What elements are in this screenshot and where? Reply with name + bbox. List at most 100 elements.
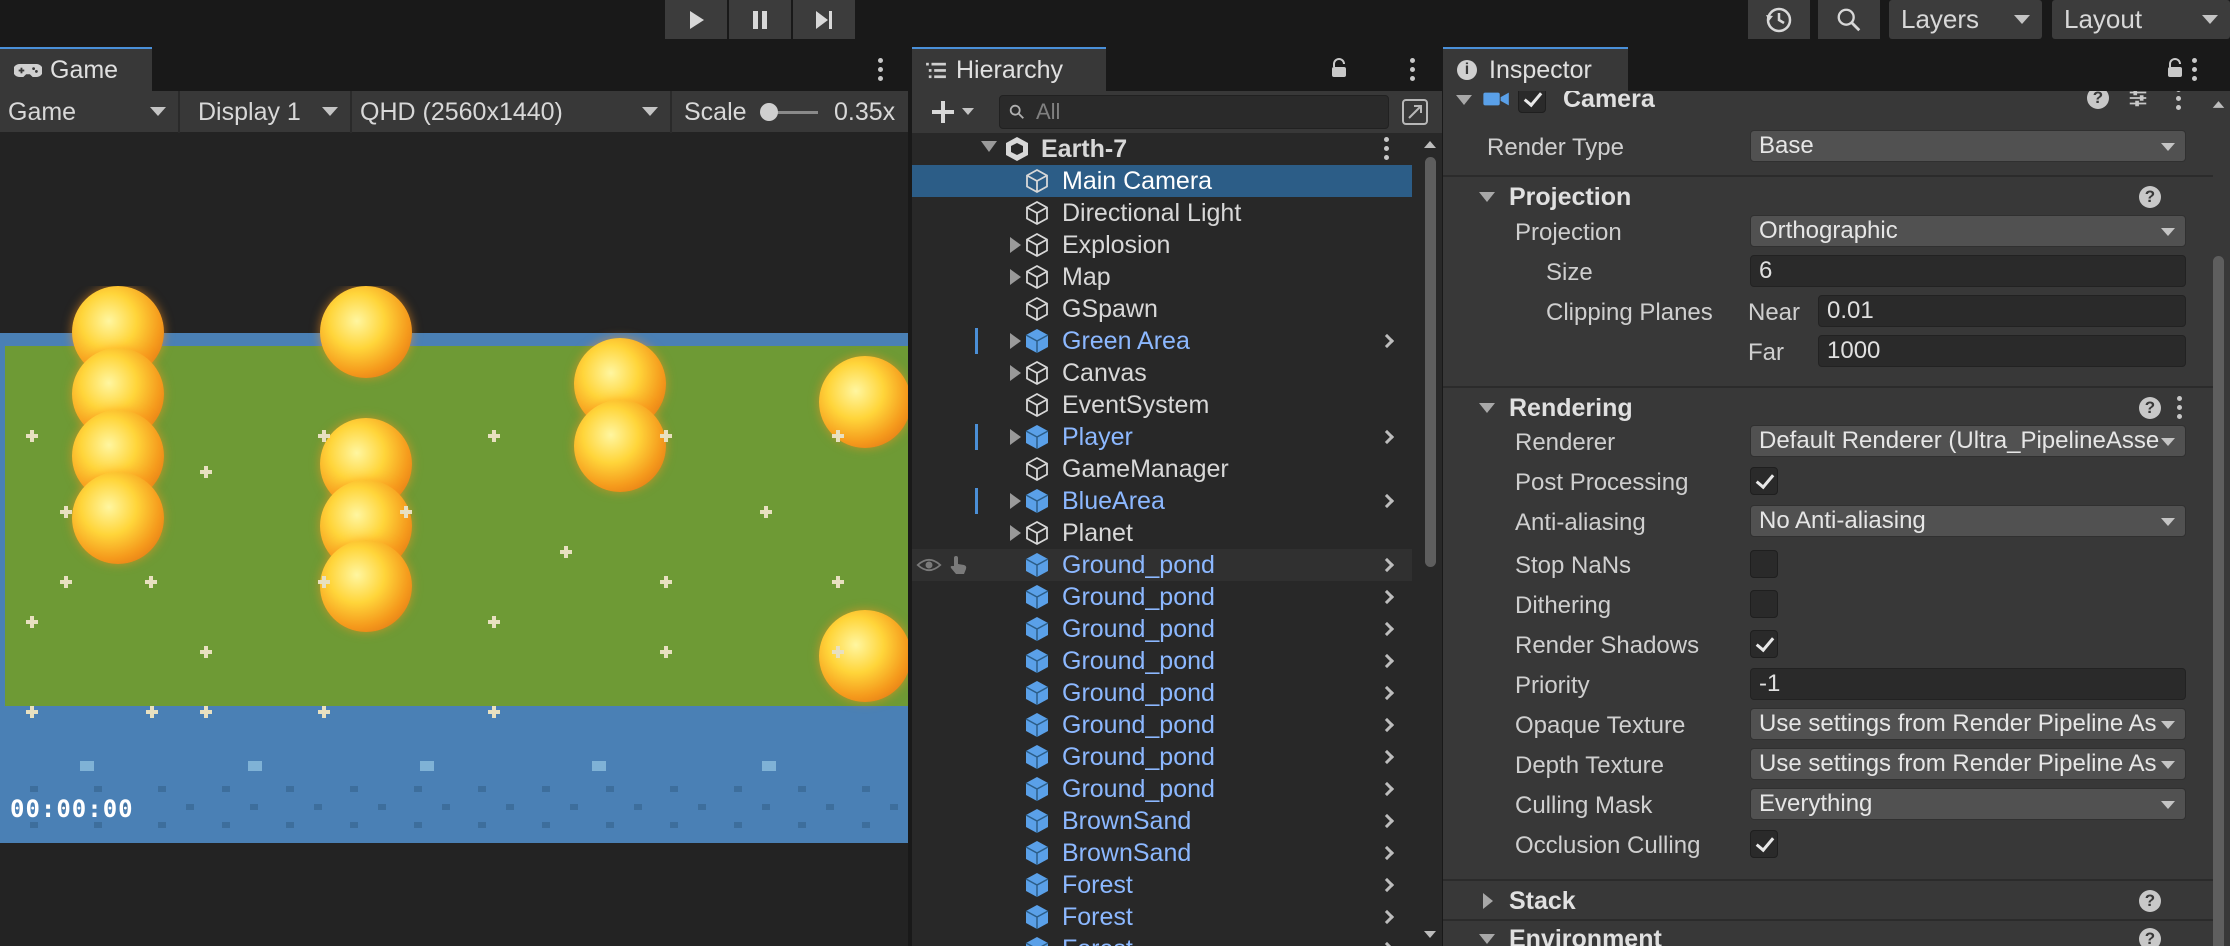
hierarchy-item[interactable]: Map <box>912 261 1412 293</box>
open-prefab-chevron-icon[interactable] <box>1379 781 1395 797</box>
expand-arrow-icon[interactable] <box>1010 237 1021 253</box>
inspector-scroll-thumb[interactable] <box>2213 256 2224 946</box>
projection-section-header[interactable]: Projection ? <box>1443 179 2230 215</box>
open-prefab-chevron-icon[interactable] <box>1379 429 1395 445</box>
size-field[interactable]: 6 <box>1750 255 2186 287</box>
hierarchy-item[interactable]: Green Area <box>912 325 1412 357</box>
hierarchy-item[interactable]: Canvas <box>912 357 1412 389</box>
expand-arrow-icon[interactable] <box>1010 333 1021 349</box>
expand-arrow-icon[interactable] <box>981 141 997 152</box>
culling-mask-dropdown[interactable]: Everything <box>1750 788 2186 820</box>
scene-root-row[interactable]: Earth-7 <box>912 133 1412 165</box>
hierarchy-item[interactable]: Planet <box>912 517 1412 549</box>
camera-enabled-checkbox[interactable] <box>1518 91 1546 113</box>
display-dropdown[interactable]: Display 1 <box>182 91 352 133</box>
rendering-section-header[interactable]: Rendering ? <box>1443 390 2230 426</box>
game-mode-dropdown[interactable]: Game <box>0 91 180 133</box>
hierarchy-item[interactable]: Forest <box>912 901 1412 933</box>
search-button[interactable] <box>1818 0 1880 39</box>
scene-menu-icon[interactable] <box>1384 137 1390 164</box>
hierarchy-item[interactable]: Ground_pond <box>912 549 1412 581</box>
component-menu-icon[interactable] <box>2176 91 2182 114</box>
expand-arrow-icon[interactable] <box>1483 893 1493 909</box>
near-field[interactable]: 0.01 <box>1818 295 2186 327</box>
create-button[interactable] <box>924 91 984 133</box>
tab-game[interactable]: Game <box>0 47 152 91</box>
hierarchy-item[interactable]: Player <box>912 421 1412 453</box>
history-button[interactable] <box>1748 0 1810 39</box>
help-icon[interactable]: ? <box>2139 397 2161 419</box>
hierarchy-item[interactable]: Ground_pond <box>912 741 1412 773</box>
expand-arrow-icon[interactable] <box>1010 429 1021 445</box>
scene-visibility-button[interactable] <box>1400 97 1430 127</box>
post-processing-checkbox[interactable] <box>1750 467 1778 495</box>
hierarchy-item[interactable]: Ground_pond <box>912 677 1412 709</box>
presets-icon[interactable] <box>2127 91 2149 109</box>
hierarchy-search-input[interactable]: All <box>999 95 1389 129</box>
anti-aliasing-dropdown[interactable]: No Anti-aliasing <box>1750 505 2186 537</box>
hierarchy-item[interactable]: Directional Light <box>912 197 1412 229</box>
collapse-arrow-icon[interactable] <box>1456 95 1472 105</box>
help-icon[interactable]: ? <box>2139 890 2161 912</box>
open-prefab-chevron-icon[interactable] <box>1379 941 1395 946</box>
layers-dropdown[interactable]: Layers <box>1889 0 2042 39</box>
hierarchy-scrollbar[interactable] <box>1418 133 1442 946</box>
collapse-arrow-icon[interactable] <box>1479 192 1495 202</box>
open-prefab-chevron-icon[interactable] <box>1379 589 1395 605</box>
game-viewport[interactable]: 00:00:00 <box>0 286 908 843</box>
hierarchy-item[interactable]: Main Camera <box>912 165 1412 197</box>
expand-arrow-icon[interactable] <box>1010 493 1021 509</box>
open-prefab-chevron-icon[interactable] <box>1379 749 1395 765</box>
hierarchy-item[interactable]: Explosion <box>912 229 1412 261</box>
open-prefab-chevron-icon[interactable] <box>1379 717 1395 733</box>
hierarchy-item[interactable]: BlueArea <box>912 485 1412 517</box>
pickable-hand-icon[interactable] <box>948 554 970 576</box>
render-type-dropdown[interactable]: Base <box>1750 130 2186 162</box>
hierarchy-item[interactable]: Forest <box>912 933 1412 946</box>
tab-inspector[interactable]: i Inspector <box>1443 47 1628 91</box>
open-prefab-chevron-icon[interactable] <box>1379 685 1395 701</box>
expand-arrow-icon[interactable] <box>1010 365 1021 381</box>
inspector-menu-icon[interactable] <box>2192 58 2198 85</box>
pause-button[interactable] <box>729 0 791 39</box>
renderer-dropdown[interactable]: Default Renderer (Ultra_PipelineAsse <box>1750 425 2186 457</box>
stack-section-header[interactable]: Stack ? <box>1443 883 2230 919</box>
lock-icon[interactable] <box>2166 58 2184 78</box>
tab-hierarchy[interactable]: Hierarchy <box>912 47 1106 91</box>
open-prefab-chevron-icon[interactable] <box>1379 557 1395 573</box>
hierarchy-item[interactable]: Forest <box>912 869 1412 901</box>
camera-component-header[interactable]: Camera ? <box>1443 91 2230 115</box>
projection-dropdown[interactable]: Orthographic <box>1750 215 2186 247</box>
occlusion-culling-checkbox[interactable] <box>1750 830 1778 858</box>
help-icon[interactable]: ? <box>2087 91 2109 109</box>
far-field[interactable]: 1000 <box>1818 335 2186 367</box>
open-prefab-chevron-icon[interactable] <box>1379 493 1395 509</box>
hierarchy-item[interactable]: GameManager <box>912 453 1412 485</box>
open-prefab-chevron-icon[interactable] <box>1379 653 1395 669</box>
hierarchy-item[interactable]: Ground_pond <box>912 645 1412 677</box>
dithering-checkbox[interactable] <box>1750 590 1778 618</box>
rendering-menu-icon[interactable] <box>2177 396 2183 423</box>
hierarchy-item[interactable]: BrownSand <box>912 837 1412 869</box>
hierarchy-scroll-thumb[interactable] <box>1425 157 1436 567</box>
stop-nans-checkbox[interactable] <box>1750 550 1778 578</box>
open-prefab-chevron-icon[interactable] <box>1379 813 1395 829</box>
opaque-texture-dropdown[interactable]: Use settings from Render Pipeline As <box>1750 708 2186 740</box>
render-shadows-checkbox[interactable] <box>1750 630 1778 658</box>
inspector-scrollbar[interactable] <box>2207 91 2230 946</box>
hierarchy-item[interactable]: Ground_pond <box>912 709 1412 741</box>
hierarchy-item[interactable]: Ground_pond <box>912 773 1412 805</box>
hierarchy-item[interactable]: GSpawn <box>912 293 1412 325</box>
priority-field[interactable]: -1 <box>1750 668 2186 700</box>
hierarchy-item[interactable]: EventSystem <box>912 389 1412 421</box>
hierarchy-item[interactable]: Ground_pond <box>912 581 1412 613</box>
resolution-dropdown[interactable]: QHD (2560x1440) <box>354 91 672 133</box>
open-prefab-chevron-icon[interactable] <box>1379 909 1395 925</box>
open-prefab-chevron-icon[interactable] <box>1379 621 1395 637</box>
play-button[interactable] <box>665 0 727 39</box>
help-icon[interactable]: ? <box>2139 928 2161 946</box>
lock-icon[interactable] <box>1330 58 1348 78</box>
environment-section-header[interactable]: Environment ? <box>1443 921 2230 946</box>
hierarchy-menu-icon[interactable] <box>1410 58 1416 85</box>
collapse-arrow-icon[interactable] <box>1479 403 1495 413</box>
